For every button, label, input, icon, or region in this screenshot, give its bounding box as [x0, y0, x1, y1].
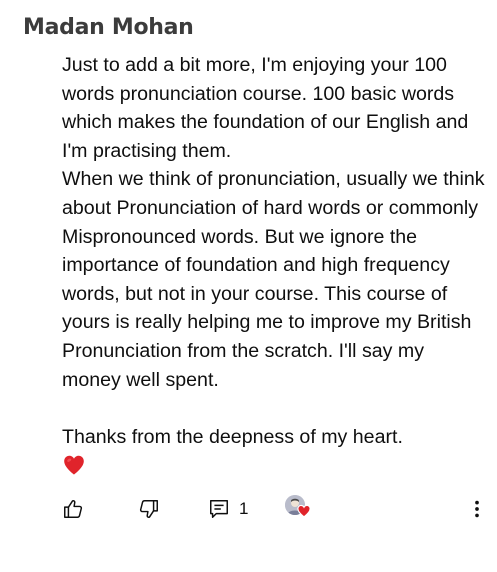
thumbs-up-icon: [64, 500, 83, 518]
more-vert-icon: [475, 500, 479, 518]
comment-actions: 1: [0, 494, 497, 524]
creator-heart[interactable]: [285, 494, 313, 524]
mini-heart-icon: [297, 504, 311, 518]
comment-author[interactable]: Madan Mohan: [23, 13, 194, 43]
comment-paragraph-2: When we think of pronunciation, usually …: [62, 168, 485, 391]
like-button[interactable]: [62, 494, 84, 524]
more-options-button[interactable]: [468, 494, 486, 524]
comment-card: Madan Mohan Just to add a bit more, I'm …: [0, 0, 497, 572]
dislike-button[interactable]: [138, 494, 160, 524]
heart-emoji-icon: [64, 456, 84, 475]
comment-icon: [210, 500, 228, 518]
creator-avatar: [285, 495, 313, 523]
comment-paragraph-3: Thanks from the deepness of my heart.: [62, 425, 403, 448]
thumbs-down-icon: [139, 500, 158, 518]
reply-count: 1: [239, 499, 249, 518]
comment-paragraph-1: Just to add a bit more, I'm enjoying you…: [62, 54, 469, 162]
comment-text: Just to add a bit more, I'm enjoying you…: [62, 51, 487, 477]
reply-button[interactable]: 1: [208, 494, 248, 524]
